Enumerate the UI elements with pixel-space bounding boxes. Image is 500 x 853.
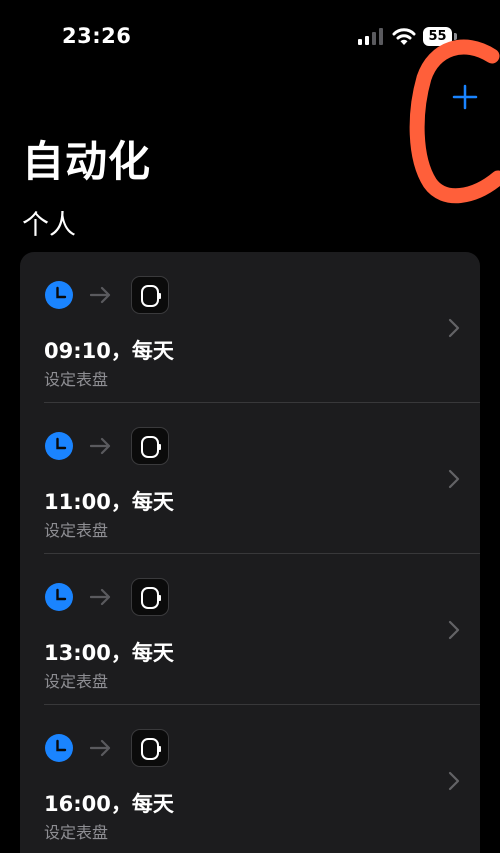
status-time: 23:26: [62, 24, 132, 48]
clock-icon: [45, 734, 73, 762]
chevron-right-icon: [448, 620, 460, 640]
watch-icon: [131, 276, 169, 314]
automation-row[interactable]: 11:00，每天 设定表盘: [20, 403, 480, 554]
automation-title: 13:00，每天: [44, 641, 174, 665]
battery-cap: [454, 33, 457, 40]
watch-icon: [131, 729, 169, 767]
battery-indicator: 55: [423, 27, 457, 46]
arrow-right-icon: [90, 739, 111, 757]
automation-screen: 23:26 55 自动化 个人 09:10，每天 设定表盘 11:00，每天 设…: [0, 0, 500, 853]
automation-title: 11:00，每天: [44, 490, 174, 514]
status-bar: 23:26 55: [0, 0, 500, 72]
automation-row[interactable]: 09:10，每天 设定表盘: [20, 252, 480, 403]
watch-icon: [131, 427, 169, 465]
automation-title: 09:10，每天: [44, 339, 174, 363]
automation-subtitle: 设定表盘: [44, 672, 109, 691]
clock-icon: [45, 583, 73, 611]
arrow-right-icon: [90, 286, 111, 304]
automation-list: 09:10，每天 设定表盘 11:00，每天 设定表盘 13:00，每天 设定表…: [20, 252, 480, 853]
automation-title: 16:00，每天: [44, 792, 174, 816]
chevron-right-icon: [448, 469, 460, 489]
section-title: 个人: [22, 210, 76, 241]
plus-icon[interactable]: [448, 80, 482, 114]
automation-subtitle: 设定表盘: [44, 823, 109, 842]
page-title: 自动化: [22, 137, 152, 186]
cellular-signal-icon: [358, 28, 383, 45]
automation-row[interactable]: 13:00，每天 设定表盘: [20, 554, 480, 705]
arrow-right-icon: [90, 588, 111, 606]
clock-icon: [45, 432, 73, 460]
arrow-right-icon: [90, 437, 111, 455]
wifi-icon: [392, 28, 416, 45]
automation-subtitle: 设定表盘: [44, 370, 109, 389]
automation-subtitle: 设定表盘: [44, 521, 109, 540]
automation-row[interactable]: 16:00，每天 设定表盘: [20, 705, 480, 853]
watch-icon: [131, 578, 169, 616]
battery-level: 55: [423, 27, 452, 46]
chevron-right-icon: [448, 318, 460, 338]
chevron-right-icon: [448, 771, 460, 791]
clock-icon: [45, 281, 73, 309]
